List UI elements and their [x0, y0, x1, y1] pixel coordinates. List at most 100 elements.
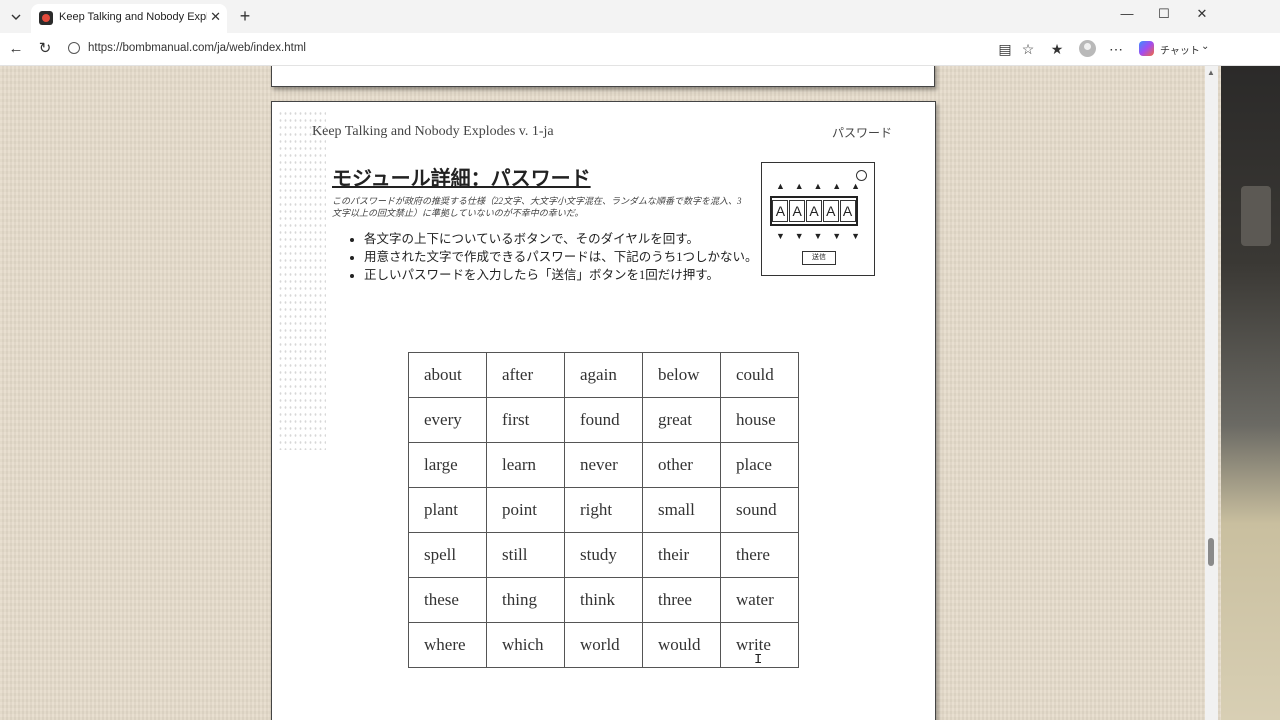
copilot-icon[interactable] [1139, 41, 1154, 56]
word-cell: learn [486, 442, 565, 488]
page-viewport: Keep Talking and Nobody Explodes v. 1-ja… [0, 66, 1221, 720]
word-cell: there [720, 532, 799, 578]
word-cell: first [486, 397, 565, 443]
url-text[interactable]: https://bombmanual.com/ja/web/index.html [88, 42, 306, 54]
page-header-section: パスワード [832, 126, 893, 140]
chevron-down-icon[interactable]: ⌄ [1201, 41, 1209, 52]
tab-bar: Keep Talking and Nobody Explode ✕ + — ☐ … [0, 0, 1280, 33]
table-row: about after again below could [408, 352, 799, 398]
favorite-star-icon[interactable]: ☆ [1019, 40, 1037, 58]
word-cell: about [408, 352, 487, 398]
word-cell: again [564, 352, 643, 398]
tab-title: Keep Talking and Nobody Explode [59, 11, 207, 23]
word-cell: still [486, 532, 565, 578]
word-cell: place [720, 442, 799, 488]
word-cell: large [408, 442, 487, 488]
word-cell: which [486, 622, 565, 668]
instruction-item: 正しいパスワードを入力したら「送信」ボタンを1回だけ押す。 [364, 266, 774, 284]
scroll-up-icon[interactable]: ▲ [1207, 68, 1215, 77]
word-cell: point [486, 487, 565, 533]
down-arrow-icon: ▼ [851, 231, 860, 241]
favorites-icon[interactable]: ★ [1048, 40, 1066, 58]
word-cell: thing [486, 577, 565, 623]
more-menu-icon[interactable]: ⋯ [1107, 40, 1125, 58]
flavor-text: このパスワードが政府の推奨する仕様（22文字、大文字小文字混在、ランダムな順番で… [332, 196, 742, 218]
table-row: spell still study their there [408, 532, 799, 578]
word-cell: world [564, 622, 643, 668]
manual-page: Keep Talking and Nobody Explodes v. 1-ja… [271, 101, 936, 720]
display-char: A [822, 200, 839, 222]
word-cell: spell [408, 532, 487, 578]
site-info-icon[interactable] [68, 42, 80, 54]
paper-grunge-texture [278, 110, 326, 450]
browser-tab[interactable]: Keep Talking and Nobody Explode ✕ [31, 4, 227, 33]
new-tab-button[interactable]: + [235, 6, 255, 27]
word-cell: found [564, 397, 643, 443]
chat-button-label[interactable]: チャット [1160, 42, 1200, 57]
word-cell: never [564, 442, 643, 488]
submit-button-diagram: 送信 [802, 251, 836, 265]
up-arrow-icon: ▲ [851, 181, 860, 191]
reader-view-icon[interactable]: ▤ [996, 40, 1014, 58]
word-cell: think [564, 577, 643, 623]
word-cell: great [642, 397, 721, 443]
display-char: A [839, 200, 856, 222]
back-icon[interactable]: ← [6, 39, 26, 59]
word-cell: small [642, 487, 721, 533]
instruction-list: 各文字の上下についているボタンで、そのダイヤルを回す。 用意された文字で作成でき… [346, 230, 774, 284]
previous-page-sheet [271, 66, 935, 87]
up-arrow-icon: ▲ [794, 181, 804, 191]
word-cell: study [564, 532, 643, 578]
site-favicon-icon [39, 11, 53, 25]
word-cell: would [642, 622, 721, 668]
down-arrow-icon: ▼ [813, 231, 823, 241]
password-display: A A A A A [770, 196, 858, 226]
profile-avatar[interactable] [1079, 40, 1096, 57]
page-header-title: Keep Talking and Nobody Explodes v. 1-ja [312, 124, 554, 139]
table-row: where which world would write [408, 622, 799, 668]
password-module-diagram: ▲ ▲ ▲ ▲ ▲ A A A A A ▼ ▼ ▼ ▼ ▼ 送信 [761, 162, 875, 276]
down-arrows: ▼ ▼ ▼ ▼ ▼ [776, 231, 860, 241]
table-row: large learn never other place [408, 442, 799, 488]
word-cell: every [408, 397, 487, 443]
up-arrow-icon: ▲ [813, 181, 823, 191]
down-arrow-icon: ▼ [776, 231, 785, 241]
table-row: every first found great house [408, 397, 799, 443]
up-arrows: ▲ ▲ ▲ ▲ ▲ [776, 181, 860, 191]
instruction-item: 各文字の上下についているボタンで、そのダイヤルを回す。 [364, 230, 774, 248]
password-word-table: about after again below could every first found… [408, 352, 799, 668]
word-cell: water [720, 577, 799, 623]
display-char: A [772, 200, 789, 222]
down-arrow-icon: ▼ [832, 231, 842, 241]
status-led-icon [856, 170, 867, 181]
up-arrow-icon: ▲ [832, 181, 842, 191]
word-cell: house [720, 397, 799, 443]
vertical-scrollbar[interactable]: ▲ [1205, 66, 1218, 720]
table-row: plant point right small sound [408, 487, 799, 533]
close-window-button[interactable]: ✕ [1187, 6, 1217, 26]
word-cell: could [720, 352, 799, 398]
address-toolbar: ← ↻ https://bombmanual.com/ja/web/index.… [0, 33, 1280, 66]
up-arrow-icon: ▲ [776, 181, 785, 191]
background-scene [1221, 66, 1280, 720]
display-char: A [805, 200, 822, 222]
refresh-icon[interactable]: ↻ [35, 39, 55, 59]
tab-close-icon[interactable]: ✕ [210, 9, 221, 25]
table-row: these thing think three water [408, 577, 799, 623]
word-cell: these [408, 577, 487, 623]
maximize-button[interactable]: ☐ [1149, 6, 1179, 26]
minimize-button[interactable]: — [1112, 6, 1142, 26]
down-arrow-icon: ▼ [794, 231, 804, 241]
module-title: モジュール詳細：パスワード [332, 168, 591, 190]
word-cell: plant [408, 487, 487, 533]
word-cell: where [408, 622, 487, 668]
instruction-item: 用意された文字で作成できるパスワードは、下記のうち1つしかない。 [364, 248, 774, 266]
word-cell: three [642, 577, 721, 623]
text-cursor-icon: I [754, 652, 763, 668]
address-bar[interactable]: https://bombmanual.com/ja/web/index.html [62, 37, 1072, 61]
word-cell: after [486, 352, 565, 398]
tab-actions-menu-icon[interactable] [6, 7, 26, 27]
word-cell: other [642, 442, 721, 488]
scrollbar-thumb[interactable] [1208, 538, 1214, 566]
word-cell: below [642, 352, 721, 398]
